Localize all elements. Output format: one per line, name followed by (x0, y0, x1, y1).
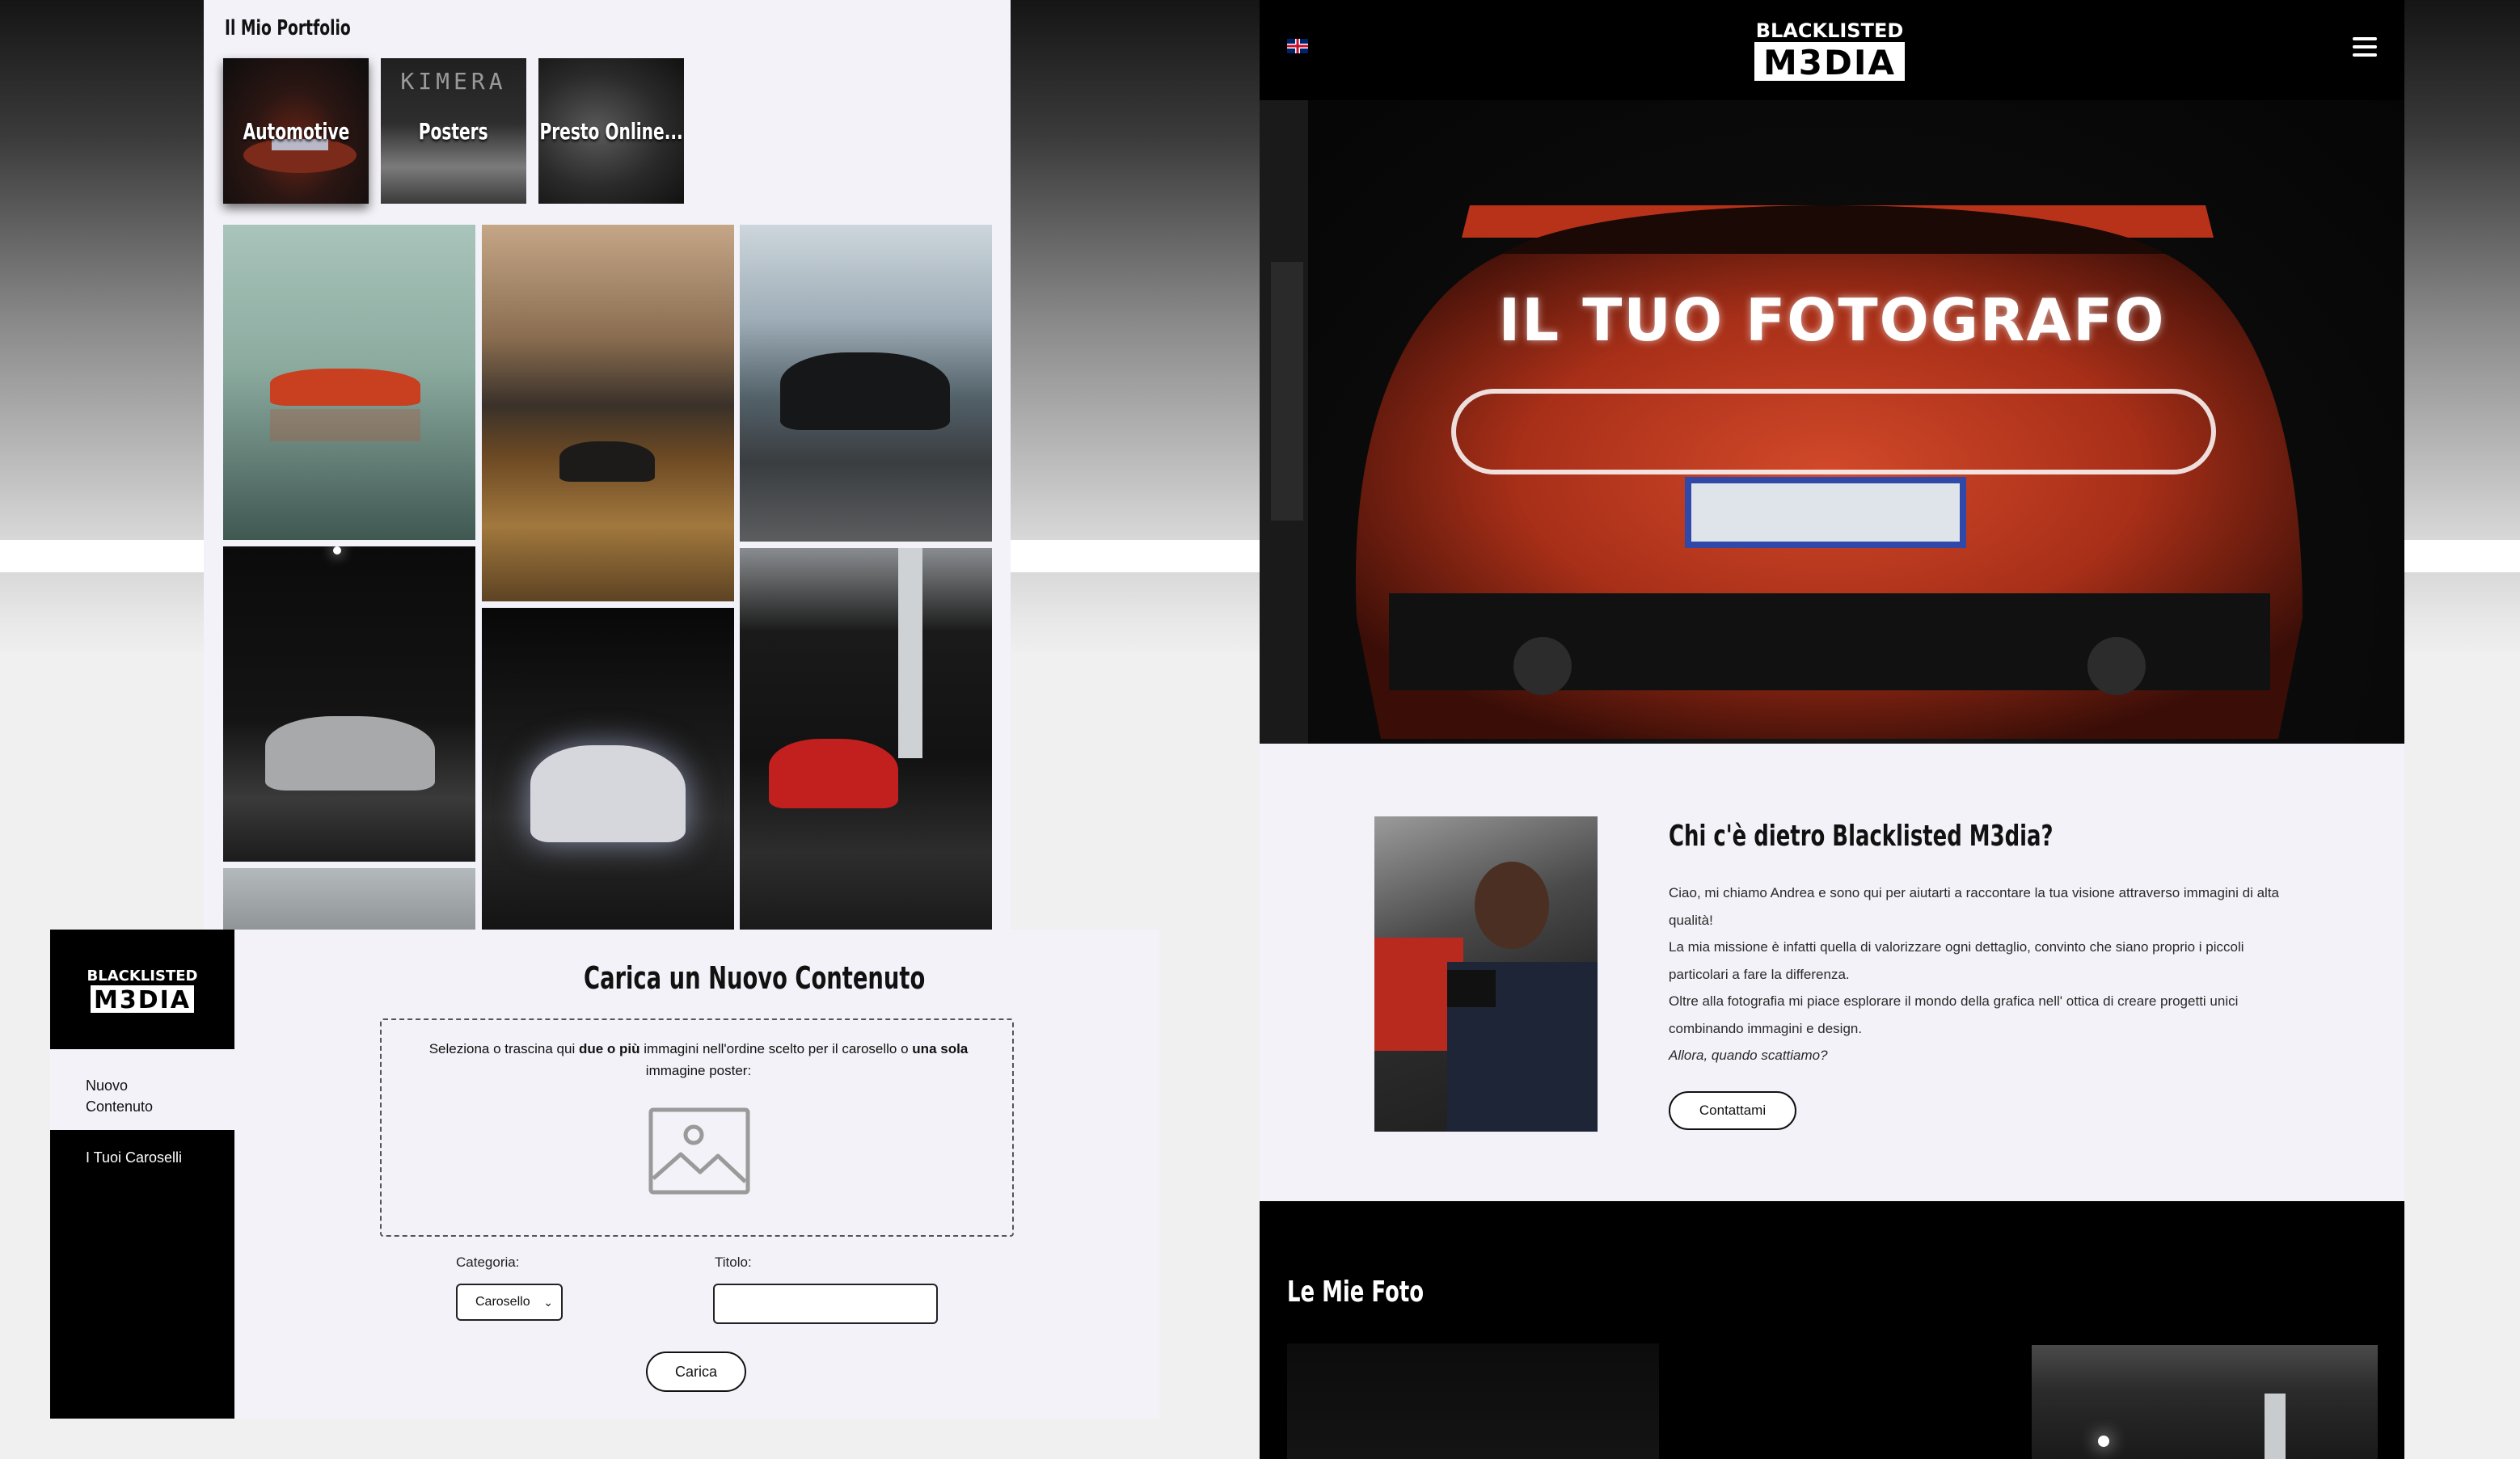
nav-logo[interactable]: BLACKLISTED M3DIA (1753, 16, 1906, 82)
gallery-photo-black-bmw[interactable] (740, 225, 992, 542)
logo-line-1: BLACKLISTED (87, 968, 198, 985)
ceiling-light (333, 546, 341, 555)
titolo-label: Titolo: (715, 1254, 752, 1270)
category-presto-online[interactable]: Presto Online... (538, 58, 684, 204)
about-paragraph: Ciao, mi chiamo Andrea e sono qui per ai… (1669, 885, 2279, 928)
contattami-button[interactable]: Contattami (1669, 1091, 1796, 1130)
photos-section: Le Mie Foto (1260, 1201, 2404, 1459)
car-shape (530, 745, 686, 842)
gallery-photo-red-ferrari[interactable] (223, 225, 475, 540)
category-posters[interactable]: KIMERA Posters (381, 58, 526, 204)
categoria-selected-value: Carosello (475, 1295, 530, 1309)
kimera-poster-text: KIMERA (400, 68, 507, 95)
top-navbar: BLACKLISTED M3DIA (1260, 0, 2404, 100)
car-shape (769, 739, 898, 808)
upload-heading: Carica un Nuovo Contenuto (584, 960, 926, 996)
hero-banner: IL TUO FOTOGRAFO (1260, 100, 2404, 744)
sidebar-item-label: Nuovo (86, 1077, 129, 1094)
about-text: Ciao, mi chiamo Andrea e sono qui per ai… (1669, 879, 2299, 1069)
titolo-input[interactable] (713, 1284, 938, 1324)
pillar-shape (898, 548, 922, 758)
file-dropzone[interactable]: Seleziona o trascina qui due o più immag… (380, 1018, 1014, 1237)
ceiling-light (2098, 1436, 2109, 1447)
gallery-photo-partial[interactable] (223, 868, 475, 930)
car-reflection (270, 409, 420, 441)
category-label: Posters (419, 117, 488, 145)
category-automotive[interactable]: Automotive (223, 58, 369, 204)
about-paragraph: Oltre alla fotografia mi piace esplorare… (1669, 993, 2239, 1036)
sidebar-logo[interactable]: BLACKLISTED M3DIA (50, 930, 234, 1049)
photo-thumbnail[interactable] (2032, 1345, 2378, 1459)
photo-thumbnail[interactable] (1287, 1343, 1659, 1459)
chevron-down-icon: ⌄ (543, 1296, 553, 1309)
logo-line-1: BLACKLISTED (1756, 19, 1904, 42)
sidebar-item-nuovo-contenuto[interactable]: Nuovo Contenuto (50, 1049, 234, 1130)
categoria-select[interactable]: Carosello ⌄ (456, 1284, 563, 1321)
car-shape (270, 369, 420, 406)
category-label: Presto Online... (539, 117, 683, 145)
hero-supra-image (1260, 100, 2303, 744)
category-label: Automotive (243, 117, 349, 145)
upload-panel: BLACKLISTED M3DIA Nuovo Contenuto I Tuoi… (50, 930, 1159, 1419)
blacklisted-media-logo: BLACKLISTED M3DIA (87, 968, 198, 1014)
about-title: Chi c'è dietro Blacklisted M3dia? (1669, 820, 2054, 853)
portfolio-title: Il Mio Portfolio (225, 16, 351, 40)
gallery-photo-red-supra-gas-station[interactable] (740, 548, 992, 930)
about-paragraph: Allora, quando scattiamo? (1669, 1048, 1828, 1063)
portfolio-panel: Il Mio Portfolio Automotive KIMERA Poste… (204, 0, 1011, 930)
sidebar-item-label: Contenuto (86, 1098, 154, 1115)
hamburger-menu-icon[interactable] (2353, 37, 2377, 57)
blacklisted-media-logo: BLACKLISTED M3DIA (1754, 19, 1905, 82)
sidebar-item-tuoi-caroselli[interactable]: I Tuoi Caroselli (86, 1149, 182, 1166)
photos-title: Le Mie Foto (1287, 1276, 1425, 1309)
logo-line-2: M3DIA (94, 986, 191, 1014)
gallery-photo-silver-aston-martin[interactable] (223, 546, 475, 862)
gallery-photo-white-skyline[interactable] (482, 608, 734, 930)
hero-title: IL TUO FOTOGRAFO (1498, 286, 2166, 354)
uk-flag-icon[interactable] (1287, 39, 1308, 53)
about-paragraph: La mia missione è infatti quella di valo… (1669, 939, 2244, 982)
logo-line-2: M3DIA (1763, 43, 1896, 82)
admin-sidebar: BLACKLISTED M3DIA Nuovo Contenuto I Tuoi… (50, 930, 234, 1419)
gallery-photo-black-muscle-car[interactable] (482, 225, 734, 601)
homepage-panel: BLACKLISTED M3DIA IL TUO FOTOGRAFO Chi c… (1260, 0, 2404, 1459)
about-photographer-photo (1374, 816, 1598, 1132)
car-shape (265, 716, 435, 791)
dropzone-instructions: Seleziona o trascina qui due o più immag… (428, 1041, 969, 1078)
image-placeholder-icon (648, 1107, 750, 1195)
photographer-image (1374, 862, 1598, 1132)
pillar-shape (2265, 1394, 2286, 1459)
categoria-label: Categoria: (456, 1254, 520, 1270)
carica-button[interactable]: Carica (646, 1351, 746, 1392)
car-shape (780, 352, 950, 430)
car-shape (559, 441, 655, 482)
